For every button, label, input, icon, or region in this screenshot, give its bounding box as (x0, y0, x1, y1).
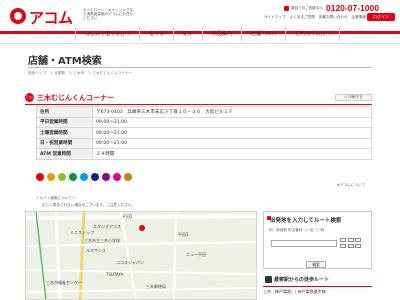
map-label: 平田1 (178, 232, 189, 237)
row-label: 土曜営業時間 (36, 127, 93, 139)
row-label: 日・祝営業時間 (36, 137, 93, 149)
service-badge-icon (113, 173, 121, 181)
map-label: TSUTAYA (106, 272, 124, 277)
map-label: ミニストップ (70, 230, 94, 235)
row-value: ２４時間 (92, 148, 372, 160)
service-badge-icon (36, 173, 44, 181)
station-section: 最寄駅からの徒歩ルート (263, 274, 372, 286)
row-label: 住所 (36, 106, 93, 118)
logo-text[interactable]: アコム (29, 7, 73, 28)
route-note-heading: ＜ルート検索について＞ (36, 196, 76, 200)
service-badge-icon (58, 173, 66, 181)
service-badge-icon (102, 173, 110, 181)
breadcrumb[interactable]: 検索トップ ＞ 兵庫県 ＞ 三木市 ＞ 三木むじんくんコーナー (28, 71, 132, 75)
route-title: 出発地を入力してルート検索 (270, 218, 342, 224)
table-row: 土曜営業時間 09:00～21:00 (36, 127, 372, 139)
map-label: 三木市立三木小学校 (84, 238, 120, 243)
nav-products[interactable]: 商品案内 (202, 27, 241, 41)
service-badge-icon (80, 173, 88, 181)
map-roads (26, 212, 256, 299)
mode-option[interactable] (355, 238, 361, 242)
table-row: 住所 〒673-0403 兵庫県三木市末広３丁目１０－２６ 大館ビル１Ｆ (36, 106, 372, 118)
nav-first-time[interactable]: はじめて借りる方へ (75, 27, 139, 41)
mode-option[interactable] (347, 238, 354, 242)
route-hint: 例：新宿駅 町名番地 ○○区 ○○町 (269, 228, 325, 232)
service-badge-icon (47, 173, 55, 181)
nav-members[interactable]: ご利用中の方へ (285, 27, 341, 41)
table-row: ATM 営業時間 ２４時間 (36, 148, 372, 160)
transport-mode-selector[interactable] (340, 238, 361, 248)
phone-label: 電話でのご相談なら (291, 6, 324, 10)
route-note-text: 正しく表示されない場合がございます。ご注意ください。 (42, 203, 136, 207)
utility-nav: サイトマップ よくあるご質問 各種お問い合わせ 企業情報サイト (264, 15, 377, 19)
row-label: ATM 営業時間 (36, 148, 93, 160)
station-title: 最寄駅からの徒歩ルート (274, 277, 330, 283)
util-link-contact[interactable]: 各種お問い合わせ (319, 15, 348, 19)
map-label: ニュー平田 (186, 252, 206, 257)
row-value: 09:00～21:00 (92, 116, 372, 128)
mode-option[interactable] (340, 243, 346, 248)
station-divider (263, 286, 372, 287)
table-row: 平日営業時間 09:00～21:00 (36, 116, 372, 128)
store-name: 三木むじんくんコーナー (37, 94, 114, 102)
print-label: 印刷する (348, 95, 363, 99)
acom-logo-icon[interactable] (10, 8, 26, 24)
map-label: スタジオアリス (93, 224, 121, 229)
phone-icon (284, 5, 289, 11)
phone-number[interactable]: 0120-07-1000 (326, 3, 379, 13)
station-row[interactable]: 三木（神戸電鉄）/ 神戸電鉄粟生線 (263, 289, 326, 295)
header-divider (0, 43, 400, 44)
row-label: 平日営業時間 (36, 116, 93, 128)
route-search-panel: 出発地を入力してルート検索 例：新宿駅 町名番地 ○○区 ○○町 検索 (263, 211, 372, 269)
service-badge-icon (69, 173, 77, 181)
printer-icon: ⎙ (344, 95, 348, 99)
acom-note-link[interactable]: ※アコムについて (337, 183, 365, 187)
train-icon (265, 276, 272, 283)
service-badge-icon (91, 173, 99, 181)
util-link-sitemap[interactable]: サイトマップ (264, 15, 286, 19)
route-search-button[interactable]: 検索 (306, 261, 326, 268)
tagline: カードローン・キャッシングなら消費者金融のアコムにお任せください (83, 8, 134, 21)
title-divider (28, 67, 372, 68)
nav-store-atm[interactable]: 店舗・ATM (241, 27, 285, 41)
login-button[interactable]: ログイン (367, 13, 395, 21)
map-label: 平田1 (122, 214, 133, 219)
store-info-table: 住所 〒673-0403 兵庫県三木市末広３丁目１０－２６ 大館ビル１Ｆ 平日営… (36, 106, 372, 160)
nav-borrow[interactable]: 借りる (139, 27, 173, 41)
print-button[interactable]: ⎙ 印刷する (335, 94, 372, 101)
nav-repay[interactable]: 返す (173, 27, 202, 41)
row-value: 09:00～21:00 (92, 137, 372, 149)
map-label: ルネサンス (86, 248, 106, 253)
store-divider (25, 104, 372, 105)
service-icons (36, 173, 132, 181)
service-badge-icon (124, 173, 132, 181)
map-label: ココスジャパン (116, 260, 144, 265)
table-row: 日・祝営業時間 09:00～21:00 (36, 137, 372, 149)
store-location-marker-icon (139, 225, 145, 231)
util-link-faq[interactable]: よくあるご質問 (290, 15, 315, 19)
mode-option[interactable] (355, 243, 361, 248)
page-title: 店舗・ATM検索 (28, 56, 102, 67)
mode-option[interactable] (347, 243, 354, 248)
global-nav: はじめて借りる方へ 借りる 返す 商品案内 店舗・ATM ご利用中の方へ (75, 27, 375, 41)
mode-option[interactable] (340, 238, 346, 242)
map-label: 三木市福祉センター (46, 280, 82, 285)
map-label: 三木郵便局 (146, 284, 166, 289)
route-origin-input[interactable] (271, 240, 337, 247)
store-map[interactable]: 平田1 平田1 スタジオアリス ミニストップ 三木市立三木小学校 ルネサンス コ… (25, 211, 257, 300)
row-value: 09:00～21:00 (92, 127, 372, 139)
acom-store-icon: アコム (25, 93, 34, 102)
row-value: 〒673-0403 兵庫県三木市末広３丁目１０－２６ 大館ビル１Ｆ (92, 106, 372, 118)
